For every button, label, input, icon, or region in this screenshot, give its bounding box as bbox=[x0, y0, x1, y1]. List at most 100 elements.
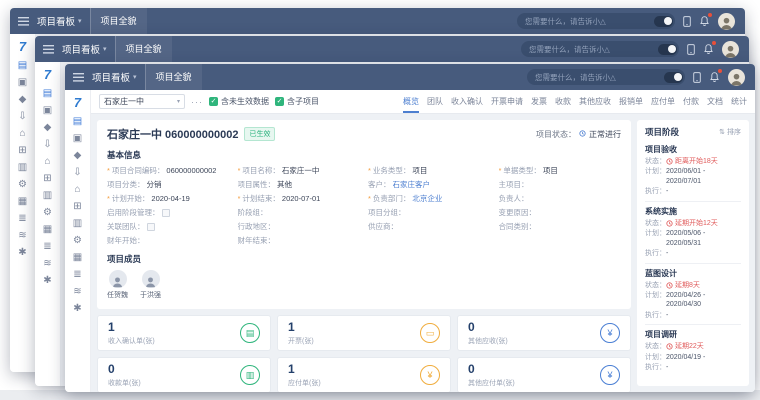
list-icon[interactable]: ≣ bbox=[43, 242, 51, 252]
field: *项目合同编码：060000000002 bbox=[107, 165, 230, 176]
gear-icon[interactable]: ⚙ bbox=[18, 180, 27, 190]
stats-grid: 1收入确认单(张)▤1开票(张)▭0其他应收(张)¥ 0收款单(张)▥1应付单(张… bbox=[97, 315, 631, 392]
nav-tab-active[interactable]: 项目全貌 bbox=[115, 36, 172, 62]
asterisk-icon[interactable]: ✱ bbox=[73, 304, 81, 314]
home-icon[interactable]: ⌂ bbox=[19, 129, 25, 139]
tab-0[interactable]: 概览 bbox=[403, 90, 419, 113]
folder-icon[interactable]: ▤ bbox=[18, 61, 27, 71]
chart-icon[interactable]: ▦ bbox=[18, 197, 27, 207]
user-avatar[interactable] bbox=[718, 13, 735, 30]
app-logo[interactable]: 7 bbox=[44, 67, 51, 82]
sort-button[interactable]: ⇅ 排序 bbox=[719, 127, 741, 137]
global-search-input[interactable]: 您需要什么，请告诉小△ bbox=[527, 69, 685, 85]
app-logo[interactable]: 7 bbox=[19, 39, 26, 54]
hamburger-menu-icon[interactable] bbox=[43, 45, 54, 54]
list-icon[interactable]: ≣ bbox=[73, 270, 81, 280]
tab-4[interactable]: 发票 bbox=[531, 90, 547, 113]
list-icon[interactable]: ≣ bbox=[18, 214, 26, 224]
field-value: 2020-04-19 bbox=[151, 194, 189, 203]
tab-10[interactable]: 文档 bbox=[707, 90, 723, 113]
hamburger-menu-icon[interactable] bbox=[73, 73, 84, 82]
field-value[interactable]: 石家庄客户 bbox=[393, 179, 431, 190]
tab-8[interactable]: 应付单 bbox=[651, 90, 675, 113]
more-button[interactable]: ··· bbox=[191, 97, 203, 107]
grid-icon[interactable]: ⊞ bbox=[43, 174, 51, 184]
asterisk-icon[interactable]: ✱ bbox=[18, 248, 26, 258]
wave-icon[interactable]: ≋ bbox=[18, 231, 26, 241]
download-icon[interactable]: ⇩ bbox=[73, 168, 81, 178]
phase-exec-row: 执行：- bbox=[645, 363, 741, 372]
home-icon[interactable]: ⌂ bbox=[44, 157, 50, 167]
mobile-icon[interactable] bbox=[683, 16, 691, 27]
mobile-icon[interactable] bbox=[693, 72, 701, 83]
image-icon[interactable]: ▣ bbox=[18, 78, 27, 88]
folder-icon[interactable]: ▤ bbox=[73, 117, 82, 127]
stat-card[interactable]: 1收入确认单(张)▤ bbox=[97, 315, 271, 351]
phase-item[interactable]: 蓝图设计状态：延期8天计划：2020/04/26 - 2020/04/30执行：… bbox=[645, 264, 741, 326]
app-logo[interactable]: 7 bbox=[74, 95, 81, 110]
mobile-icon[interactable] bbox=[687, 44, 695, 55]
nav-dropdown[interactable]: 项目看板 ▾ bbox=[92, 70, 137, 84]
document-icon[interactable]: ▥ bbox=[73, 219, 82, 229]
user-avatar[interactable] bbox=[728, 69, 745, 86]
notifications-bell-icon[interactable] bbox=[699, 15, 710, 27]
field-checkbox[interactable] bbox=[162, 209, 170, 217]
chart-icon[interactable]: ▦ bbox=[43, 225, 52, 235]
member-chip[interactable]: 于洪强 bbox=[140, 270, 161, 300]
stat-card[interactable]: 0其他应付单(张)¥ bbox=[457, 357, 631, 392]
download-icon[interactable]: ⇩ bbox=[18, 112, 26, 122]
image-icon[interactable]: ▣ bbox=[43, 106, 52, 116]
search-toggle[interactable] bbox=[658, 44, 677, 55]
stat-card[interactable]: 0其他应收(张)¥ bbox=[457, 315, 631, 351]
checkbox-include-subprojects[interactable]: ✓ 含子项目 bbox=[275, 96, 319, 107]
image-icon[interactable]: ▣ bbox=[73, 134, 82, 144]
nav-tab-active[interactable]: 项目全貌 bbox=[90, 8, 147, 34]
download-icon[interactable]: ⇩ bbox=[43, 140, 51, 150]
tab-3[interactable]: 开票申请 bbox=[491, 90, 523, 113]
tab-1[interactable]: 团队 bbox=[427, 90, 443, 113]
wave-icon[interactable]: ≋ bbox=[43, 259, 51, 269]
phase-item[interactable]: 项目验收状态：距离开始18天计划：2020/06/01 - 2020/07/01… bbox=[645, 140, 741, 202]
user-avatar[interactable] bbox=[722, 41, 739, 58]
wave-icon[interactable]: ≋ bbox=[73, 287, 81, 297]
gem-icon[interactable]: ◆ bbox=[74, 151, 82, 161]
stat-card[interactable]: 1应付单(张)¥ bbox=[277, 357, 451, 392]
project-select[interactable]: 石家庄一中 ▾ bbox=[99, 94, 185, 109]
hamburger-menu-icon[interactable] bbox=[18, 17, 29, 26]
gear-icon[interactable]: ⚙ bbox=[73, 236, 82, 246]
chart-icon[interactable]: ▦ bbox=[73, 253, 82, 263]
search-toggle[interactable] bbox=[654, 16, 673, 27]
asterisk-icon[interactable]: ✱ bbox=[43, 276, 51, 286]
document-icon[interactable]: ▥ bbox=[43, 191, 52, 201]
checkbox-include-ineffective[interactable]: ✓ 含未生效数据 bbox=[209, 96, 269, 107]
phase-item[interactable]: 项目调研状态：延期22天计划：2020/04/19 -执行：- bbox=[645, 325, 741, 376]
grid-icon[interactable]: ⊞ bbox=[73, 202, 81, 212]
tab-7[interactable]: 报销单 bbox=[619, 90, 643, 113]
nav-dropdown[interactable]: 项目看板 ▾ bbox=[37, 14, 82, 28]
gem-icon[interactable]: ◆ bbox=[44, 123, 52, 133]
document-icon[interactable]: ▥ bbox=[18, 163, 27, 173]
tab-9[interactable]: 付款 bbox=[683, 90, 699, 113]
nav-dropdown[interactable]: 项目看板 ▾ bbox=[62, 42, 107, 56]
search-toggle[interactable] bbox=[664, 72, 683, 83]
tab-6[interactable]: 其他应收 bbox=[579, 90, 611, 113]
member-chip[interactable]: 任贺魏 bbox=[107, 270, 128, 300]
gear-icon[interactable]: ⚙ bbox=[43, 208, 52, 218]
folder-icon[interactable]: ▤ bbox=[43, 89, 52, 99]
global-search-input[interactable]: 您需要什么，请告诉小△ bbox=[521, 41, 679, 57]
grid-icon[interactable]: ⊞ bbox=[18, 146, 26, 156]
notifications-bell-icon[interactable] bbox=[703, 43, 714, 55]
nav-tab-active[interactable]: 项目全貌 bbox=[145, 64, 202, 90]
gem-icon[interactable]: ◆ bbox=[19, 95, 27, 105]
stat-card[interactable]: 1开票(张)▭ bbox=[277, 315, 451, 351]
tab-11[interactable]: 统计 bbox=[731, 90, 747, 113]
global-search-input[interactable]: 您需要什么，请告诉小△ bbox=[517, 13, 675, 29]
notifications-bell-icon[interactable] bbox=[709, 71, 720, 83]
tab-2[interactable]: 收入确认 bbox=[451, 90, 483, 113]
phase-item[interactable]: 系统实施状态：延期开始12天计划：2020/05/06 - 2020/05/31… bbox=[645, 202, 741, 264]
field-value[interactable]: 北京企业 bbox=[412, 193, 442, 204]
tab-5[interactable]: 收款 bbox=[555, 90, 571, 113]
home-icon[interactable]: ⌂ bbox=[74, 185, 80, 195]
stat-card[interactable]: 0收款单(张)▥ bbox=[97, 357, 271, 392]
field-checkbox[interactable] bbox=[147, 223, 155, 231]
